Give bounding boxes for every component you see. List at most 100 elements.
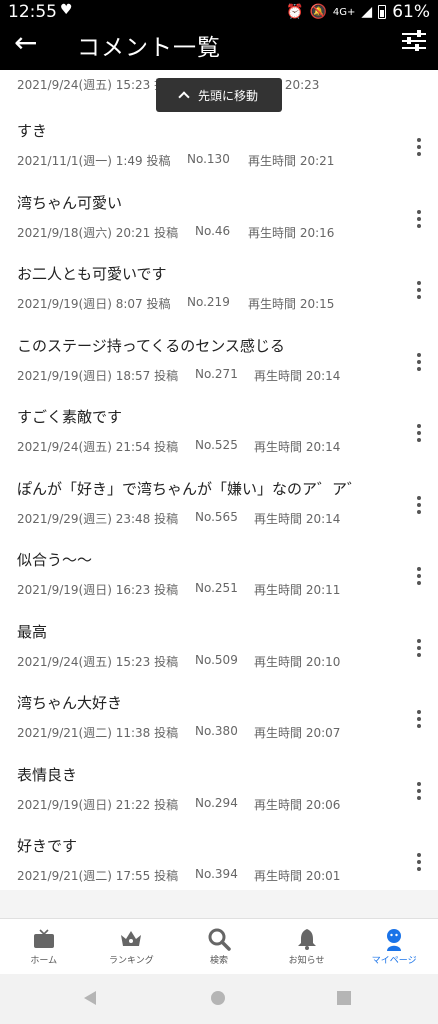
home-circle-icon[interactable]	[210, 990, 226, 1006]
bell-icon	[297, 929, 316, 950]
comment-meta: 2021/11/1(週一) 1:49 投稿 No.130 再生時間 20:21	[17, 152, 334, 169]
list-item[interactable]: 好きです 2021/9/21(週二) 17:55 投稿 No.394 再生時間 …	[0, 825, 438, 890]
comment-meta: 2021/9/21(週二) 17:55 投稿 No.394 再生時間 20:01	[17, 867, 340, 884]
comment-posted: 2021/9/24(週五) 15:23 投稿	[17, 78, 179, 92]
comment-text: お二人とも可愛いです	[17, 265, 167, 283]
comment-meta: 2021/9/24(週五) 21:54 投稿 No.525 再生時間 20:14	[17, 438, 340, 455]
bottom-tab-bar: ホーム ランキング 検索 お知らせ マイページ	[0, 918, 438, 974]
more-vert-icon[interactable]	[414, 210, 424, 232]
list-footer-spacer	[0, 890, 438, 918]
comment-posted: 2021/9/24(週五) 21:54 投稿	[17, 440, 179, 454]
jump-to-top-button[interactable]: 先頭に移動	[156, 78, 282, 112]
comment-play-time: 再生時間 20:14	[254, 369, 341, 383]
more-vert-icon[interactable]	[414, 353, 424, 375]
more-vert-icon[interactable]	[414, 710, 424, 732]
comment-number: No.525	[195, 438, 238, 452]
alarm-icon: ⏰	[286, 4, 304, 20]
tab-label: マイページ	[371, 956, 417, 966]
comment-meta: 2021/9/24(週五) 15:23 投稿 No.509 再生時間 20:10	[17, 653, 340, 670]
comment-number: No.251	[195, 581, 238, 595]
status-time: 12:55	[8, 2, 57, 22]
mute-icon: 🔕	[309, 4, 327, 20]
comment-number: No.46	[195, 224, 231, 238]
back-triangle-icon[interactable]	[82, 990, 98, 1006]
list-item[interactable]: ぽんが「好き」で湾ちゃんが「嫌い」なのア゛ア゛ 2021/9/29(週三) 23…	[0, 468, 438, 540]
more-vert-icon[interactable]	[414, 853, 424, 875]
list-item[interactable]: お二人とも可愛いです 2021/9/19(週日) 8:07 投稿 No.219 …	[0, 253, 438, 325]
comment-text: すごく素敵です	[17, 408, 123, 426]
tab-label: ホーム	[30, 956, 58, 966]
comment-text: 好きです	[17, 837, 78, 855]
comment-meta: 2021/9/19(週日) 21:22 投稿 No.294 再生時間 20:06	[17, 796, 340, 813]
comment-posted: 2021/9/19(週日) 18:57 投稿	[17, 369, 179, 383]
list-item[interactable]: 湾ちゃん大好き 2021/9/21(週二) 11:38 投稿 No.380 再生…	[0, 682, 438, 754]
more-vert-icon[interactable]	[414, 138, 424, 160]
more-vert-icon[interactable]	[414, 496, 424, 518]
comment-number: No.294	[195, 796, 238, 810]
person-icon	[387, 929, 402, 951]
comment-meta: 2021/9/19(週日) 18:57 投稿 No.271 再生時間 20:14	[17, 367, 340, 384]
back-arrow-icon[interactable]: ←	[14, 28, 37, 58]
tab-label: ランキング	[109, 956, 154, 966]
more-vert-icon[interactable]	[414, 567, 424, 589]
tab-home[interactable]: ホーム	[0, 919, 88, 974]
list-item[interactable]: 表情良き 2021/9/19(週日) 21:22 投稿 No.294 再生時間 …	[0, 754, 438, 826]
comment-posted: 2021/9/21(週二) 17:55 投稿	[17, 869, 179, 883]
list-item[interactable]: 最高 2021/9/24(週五) 15:23 投稿 No.509 再生時間 20…	[0, 611, 438, 683]
filter-settings-icon[interactable]	[402, 30, 426, 52]
list-item[interactable]: 似合う〜〜 2021/9/19(週日) 16:23 投稿 No.251 再生時間…	[0, 539, 438, 611]
more-vert-icon[interactable]	[414, 281, 424, 303]
comment-number: No.271	[195, 367, 238, 381]
comment-play-time: 再生時間 20:06	[254, 798, 341, 812]
list-item[interactable]: 湾ちゃん可愛い 2021/9/18(週六) 20:21 投稿 No.46 再生時…	[0, 182, 438, 254]
comment-play-time: 再生時間 20:14	[254, 440, 341, 454]
comment-play-time: 再生時間 20:16	[248, 226, 335, 240]
comment-play-time: 再生時間 20:11	[254, 583, 341, 597]
status-right: ⏰ 🔕 4G+ ◢ 61%	[286, 2, 430, 22]
comment-list[interactable]: 2021/9/24(週五) 15:23 投稿 時間 20:23 すき 2021/…	[0, 70, 438, 890]
comment-number: No.394	[195, 867, 238, 881]
comment-number: No.380	[195, 724, 238, 738]
list-item[interactable]: すごく素敵です 2021/9/24(週五) 21:54 投稿 No.525 再生…	[0, 396, 438, 468]
tab-label: お知らせ	[288, 956, 325, 966]
comment-play-time: 再生時間 20:15	[248, 297, 335, 311]
tab-mypage[interactable]: マイページ	[350, 919, 438, 974]
crown-icon	[121, 931, 142, 946]
comment-meta: 2021/9/19(週日) 8:07 投稿 No.219 再生時間 20:15	[17, 295, 334, 312]
tab-ranking[interactable]: ランキング	[88, 919, 176, 974]
search-icon	[208, 928, 231, 951]
tab-notifications[interactable]: お知らせ	[263, 919, 351, 974]
more-vert-icon[interactable]	[414, 424, 424, 446]
comment-posted: 2021/9/18(週六) 20:21 投稿	[17, 226, 179, 240]
more-vert-icon[interactable]	[414, 639, 424, 661]
recents-square-icon[interactable]	[336, 990, 352, 1006]
comment-play-time: 再生時間 20:10	[254, 655, 341, 669]
battery-icon	[378, 5, 387, 19]
comment-posted: 2021/9/29(週三) 23:48 投稿	[17, 512, 179, 526]
comment-play-time: 再生時間 20:07	[254, 726, 341, 740]
comment-posted: 2021/9/24(週五) 15:23 投稿	[17, 655, 179, 669]
comment-posted: 2021/9/21(週二) 11:38 投稿	[17, 726, 179, 740]
comment-posted: 2021/9/19(週日) 8:07 投稿	[17, 297, 171, 311]
more-vert-icon[interactable]	[414, 782, 424, 804]
comment-text: 最高	[17, 623, 48, 641]
comment-posted: 2021/9/19(週日) 21:22 投稿	[17, 798, 179, 812]
comment-text: すき	[17, 122, 48, 140]
comment-meta: 2021/9/29(週三) 23:48 投稿 No.565 再生時間 20:14	[17, 510, 340, 527]
jump-to-top-label: 先頭に移動	[197, 88, 258, 103]
chevron-up-icon	[178, 91, 190, 103]
list-item[interactable]: すき 2021/11/1(週一) 1:49 投稿 No.130 再生時間 20:…	[0, 110, 438, 182]
app-bar: ← コメント一覧	[0, 24, 438, 70]
comment-play-time: 再生時間 20:01	[254, 869, 341, 883]
comment-number: No.130	[187, 152, 230, 166]
battery-percent: 61%	[392, 2, 430, 22]
comment-meta: 2021/9/18(週六) 20:21 投稿 No.46 再生時間 20:16	[17, 224, 334, 241]
page-title: コメント一覧	[77, 35, 221, 61]
list-item[interactable]: このステージ持ってくるのセンス感じる 2021/9/19(週日) 18:57 投…	[0, 325, 438, 397]
comment-meta: 2021/9/21(週二) 11:38 投稿 No.380 再生時間 20:07	[17, 724, 340, 741]
signal-icon: ◢	[361, 4, 373, 20]
heart-icon: ♥	[60, 2, 73, 18]
comment-posted: 2021/11/1(週一) 1:49 投稿	[17, 154, 171, 168]
tab-search[interactable]: 検索	[175, 919, 263, 974]
comment-number: No.565	[195, 510, 238, 524]
